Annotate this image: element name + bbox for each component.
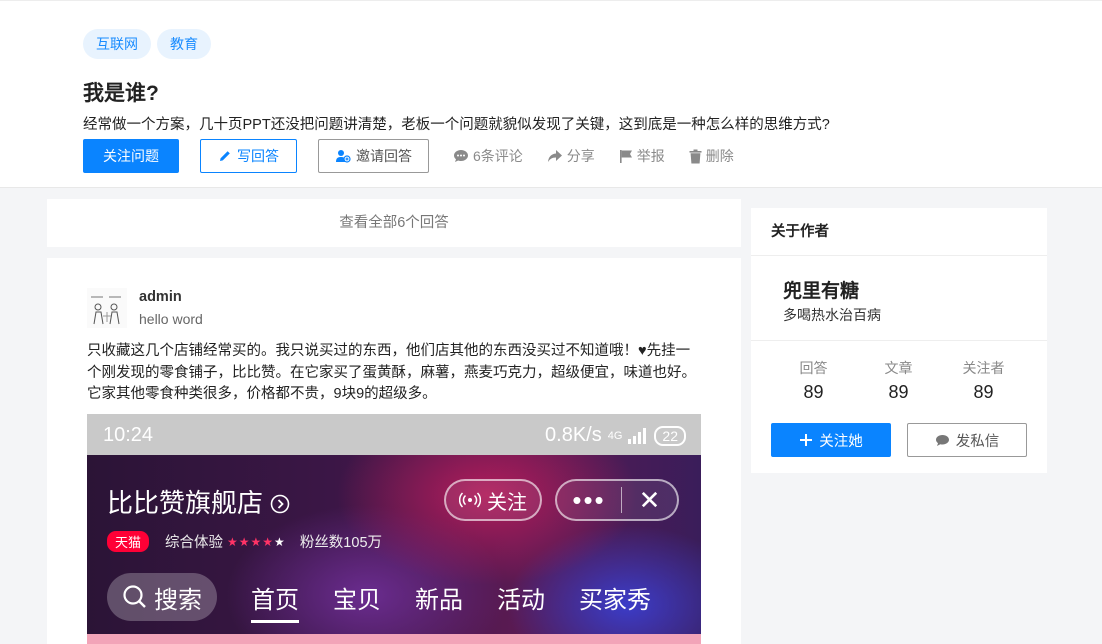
- invite-answer-button[interactable]: 邀请回答: [318, 139, 429, 173]
- divider: [751, 340, 1047, 341]
- shop-name-text: 比比赞旗舰店: [107, 488, 264, 518]
- author-stats: 回答 89 文章 89 关注者 89: [771, 358, 1027, 403]
- battery-icon: 22: [654, 425, 686, 446]
- send-message-button[interactable]: 发私信: [907, 423, 1027, 457]
- shop-search: 搜索: [107, 573, 217, 621]
- share-icon: [547, 150, 562, 162]
- report-action[interactable]: 举报: [619, 146, 665, 166]
- status-time: 10:24: [103, 424, 154, 446]
- shop-search-label: 搜索: [154, 586, 202, 614]
- comments-action[interactable]: 6条评论: [453, 146, 523, 166]
- send-message-label: 发私信: [955, 433, 1000, 450]
- chat-icon: [935, 434, 949, 446]
- shop-nav-items: 宝贝: [333, 586, 381, 614]
- follow-question-label: 关注问题: [103, 148, 159, 164]
- fans-count: 粉丝数105万: [299, 535, 383, 551]
- phone-status-bar: 10:24 0.8K/s 4G 22: [87, 414, 701, 455]
- comment-icon: [454, 150, 468, 162]
- tag-list: 互联网 教育: [83, 29, 211, 59]
- answer-author-name[interactable]: admin: [139, 289, 182, 305]
- shop-nav-buyer-show: 买家秀: [579, 586, 651, 614]
- answer-author-signature: hello word: [139, 311, 203, 327]
- question-actions: 关注问题 写回答 邀请回答 6条评论 分享 举报 删除: [83, 139, 734, 173]
- search-icon: [123, 585, 146, 608]
- rating-stars: ★★★★★: [227, 535, 286, 549]
- stat-value: 89: [803, 382, 824, 402]
- shop-nav-events: 活动: [497, 586, 545, 614]
- plus-icon: [800, 434, 813, 446]
- close-icon: ✕: [638, 484, 661, 515]
- shop-content-strip: [87, 634, 701, 644]
- shop-follow-label: 关注: [487, 491, 527, 514]
- write-answer-button[interactable]: 写回答: [200, 139, 297, 173]
- rating-star-last: ★: [274, 534, 286, 549]
- trash-icon: [689, 149, 702, 163]
- avatar[interactable]: [87, 288, 127, 328]
- shop-nav-home: 首页: [251, 580, 299, 623]
- question-description: 经常做一个方案，几十页PPT还没把问题讲清楚，老板一个问题就貌似发现了关键，这到…: [83, 117, 830, 133]
- signal-icon: [628, 427, 647, 444]
- tag-education[interactable]: 教育: [157, 29, 211, 59]
- stat-label: 回答: [799, 360, 828, 376]
- follow-author-label: 关注她: [819, 433, 863, 450]
- stat-label: 文章: [884, 360, 913, 376]
- rating-label: 综合体验: [165, 535, 224, 551]
- battery-level: 22: [662, 427, 678, 444]
- status-network: 0.8K/s 4G 22: [545, 424, 686, 447]
- delete-action[interactable]: 删除: [689, 146, 734, 166]
- shop-more-pill: ••• ✕: [555, 479, 679, 521]
- stat-label: 关注者: [962, 360, 1005, 376]
- shop-meta: 天猫 综合体验 ★★★★★ 粉丝数105万: [107, 531, 382, 552]
- stat-value: 89: [888, 382, 909, 402]
- more-icon: •••: [572, 485, 606, 515]
- chevron-right-circle-icon: [270, 494, 290, 514]
- tmall-badge: 天猫: [107, 531, 150, 552]
- invite-user-icon: [336, 150, 351, 163]
- author-actions: 关注她 发私信: [771, 423, 1027, 457]
- pencil-icon: [220, 151, 230, 161]
- follow-question-button[interactable]: 关注问题: [83, 139, 179, 173]
- write-answer-label: 写回答: [237, 148, 279, 164]
- status-speed: 0.8K/s: [545, 424, 602, 446]
- stat-followers[interactable]: 关注者 89: [941, 358, 1026, 403]
- author-name[interactable]: 兜里有糖: [783, 276, 859, 303]
- answer-card: admin hello word 只收藏这几个店铺经常买的。我只说买过的东西，他…: [47, 258, 741, 644]
- answer-text: 只收藏这几个店铺经常买的。我只说买过的东西，他们店其他的东西没买过不知道哦！♥先…: [87, 343, 696, 402]
- shop-nav: 搜索 首页 宝贝 新品 活动 买家秀: [107, 573, 701, 623]
- share-action[interactable]: 分享: [547, 146, 595, 166]
- tag-internet[interactable]: 互联网: [83, 29, 151, 59]
- delete-label: 删除: [705, 148, 734, 164]
- shop-follow-button: 关注: [444, 479, 542, 521]
- comments-label: 6条评论: [473, 148, 523, 164]
- invite-answer-label: 邀请回答: [356, 148, 412, 164]
- rating-stars-filled: ★★★★: [227, 534, 275, 549]
- stat-articles[interactable]: 文章 89: [856, 358, 941, 403]
- stat-value: 89: [973, 382, 994, 402]
- author-card-heading: 关于作者: [751, 208, 1047, 256]
- answer-image[interactable]: 10:24 0.8K/s 4G 22 比比赞旗舰店 关注 ••• ✕ 天猫 综合…: [87, 414, 701, 644]
- question-title: 我是谁?: [83, 82, 159, 105]
- follow-author-button[interactable]: 关注她: [771, 423, 891, 457]
- status-network-type: 4G: [607, 429, 623, 442]
- share-label: 分享: [566, 148, 595, 164]
- stat-answers[interactable]: 回答 89: [771, 358, 856, 403]
- question-header: 互联网 教育 我是谁? 经常做一个方案，几十页PPT还没把问题讲清楚，老板一个问…: [0, 0, 1102, 188]
- shop-banner: 比比赞旗舰店 关注 ••• ✕ 天猫 综合体验 ★★★★★ 粉丝数105万 搜索…: [87, 455, 701, 634]
- report-label: 举报: [636, 148, 665, 164]
- view-all-answers-button[interactable]: 查看全部6个回答: [47, 199, 741, 247]
- shop-nav-new: 新品: [415, 586, 463, 614]
- broadcast-icon: [459, 492, 481, 508]
- flag-icon: [619, 149, 632, 163]
- author-card: 关于作者 兜里有糖 多喝热水治百病 回答 89 文章 89 关注者 89 关注她…: [751, 208, 1047, 473]
- author-signature: 多喝热水治百病: [783, 307, 881, 323]
- shop-name: 比比赞旗舰店: [107, 483, 290, 520]
